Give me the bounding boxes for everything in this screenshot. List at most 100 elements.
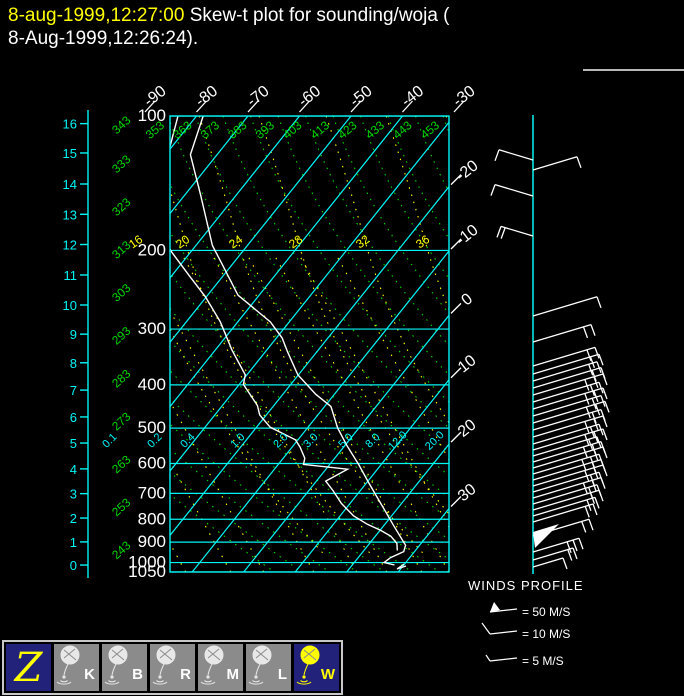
height-label: 3	[70, 487, 77, 502]
theta-top-label: 413	[308, 118, 333, 142]
right-temp-label: 0	[458, 290, 476, 309]
theta-left-label: 303	[109, 281, 133, 305]
height-label: 13	[63, 207, 77, 222]
wind-barb-tick	[490, 184, 496, 196]
right-temp-label: 20	[455, 416, 480, 440]
isotherm-line	[170, 116, 403, 408]
wind-barb-tick	[602, 428, 608, 441]
top-temp-label: -80	[192, 83, 221, 111]
theta-left-label: 343	[109, 113, 133, 137]
top-temp-label: -50	[347, 83, 376, 111]
wind-barb-tick	[590, 324, 596, 336]
mixing-ratio-label: 20.0	[423, 429, 447, 453]
half-barb-icon	[489, 657, 518, 662]
mixing-ratio-label: 0.1	[100, 431, 119, 450]
winds-profile-title: WINDS PROFILE	[468, 578, 584, 593]
wind-barb-stem	[500, 225, 534, 237]
wind-barb-tick	[588, 518, 594, 531]
legend-half-barb-glyph	[485, 654, 491, 662]
height-label: 8	[70, 356, 77, 371]
isotherm-line	[346, 443, 449, 572]
dry-adiabat-line	[170, 271, 449, 541]
toolbar-button-z[interactable]: Z	[6, 644, 51, 691]
mixing-ratio-label: 5.0	[336, 431, 355, 450]
isotherm-line	[397, 507, 449, 572]
wind-barb-tick	[494, 149, 500, 162]
theta-left-label: 323	[109, 195, 133, 219]
height-label: 12	[63, 238, 77, 253]
wind-barb-tick	[584, 506, 590, 518]
dry-adiabat-line	[170, 340, 440, 572]
top-temp-label: -30	[450, 83, 479, 111]
pressure-label: 300	[138, 319, 166, 338]
theta-top-label: 363	[170, 118, 195, 142]
toolbar-button-m[interactable]: M	[198, 644, 243, 691]
wind-barb-tick	[594, 497, 600, 509]
height-label: 9	[70, 327, 77, 342]
theta-top-label: 403	[280, 118, 305, 142]
balloon-icon	[56, 645, 80, 685]
toolbar-button-label: W	[320, 666, 335, 683]
isotherm-line	[170, 116, 300, 279]
isotherm-line	[450, 116, 684, 572]
wind-barb-tick	[562, 557, 568, 570]
wind-barb-tick	[602, 373, 608, 386]
theta-left-label: 333	[109, 152, 133, 176]
skewt-plot: 1002003004005006007008009001000105001234…	[0, 83, 684, 668]
top-temp-label: -70	[244, 83, 273, 111]
isotherm-line	[170, 121, 449, 472]
height-label: 1	[70, 535, 77, 550]
wind-barb-stem	[532, 323, 592, 343]
toolbar-button-label: B	[132, 666, 143, 683]
isotherm-line	[0, 116, 94, 572]
balloon-icon	[200, 645, 224, 685]
legend-label: = 5 M/S	[522, 654, 564, 668]
height-label: 4	[70, 462, 77, 477]
theta-top-label: 453	[418, 118, 443, 142]
dry-adiabat-line	[170, 471, 303, 572]
app-window: 8-aug-1999,12:27:00 Skew-t plot for soun…	[0, 0, 684, 696]
height-label: 5	[70, 436, 77, 451]
plot-border	[169, 115, 450, 573]
theta-left-label: 273	[109, 409, 133, 433]
wind-barb-tick	[594, 347, 600, 359]
top-temp-label: -40	[398, 83, 427, 111]
mixing-ratio-label: 3.0	[301, 431, 320, 450]
wind-barb-stem	[532, 453, 600, 475]
mixing-ratio-label: 2.0	[271, 431, 290, 450]
height-label: 2	[70, 511, 77, 526]
mixing-ratio-label: 1.0	[228, 431, 247, 450]
theta-left-label: 283	[109, 366, 133, 390]
balloon-icon	[248, 645, 272, 685]
toolbar-button-b[interactable]: B	[102, 644, 147, 691]
wind-barb-stem	[532, 156, 578, 171]
pressure-label: 800	[138, 509, 166, 528]
height-label: 16	[63, 117, 77, 132]
theta-left-label: 263	[109, 452, 133, 476]
toolbar-button-w[interactable]: W	[294, 644, 339, 691]
legend-label: = 50 M/S	[522, 605, 570, 619]
dry-adiabat-line	[170, 397, 385, 572]
isotherm-line	[294, 378, 449, 572]
toolbar-button-r[interactable]: R	[150, 644, 195, 691]
moist-adiabat-label: 28	[286, 232, 305, 251]
dry-adiabat-line	[277, 116, 449, 376]
right-temp-label: -20	[453, 157, 482, 185]
wind-barb-tick	[592, 503, 598, 516]
mixing-ratio-label: 8.0	[363, 431, 382, 450]
moist-adiabat-label: 32	[353, 232, 372, 251]
right-temp-label: 30	[455, 481, 480, 505]
wind-barb-tick	[600, 477, 606, 489]
pressure-label: 700	[138, 483, 166, 502]
wind-barb-flag	[533, 524, 559, 548]
wind-barb-tick	[576, 156, 582, 169]
wind-barb-stem	[532, 436, 598, 457]
dry-adiabat-line	[170, 448, 330, 572]
wind-barb-tick	[602, 446, 608, 459]
mixing-ratio-line	[272, 251, 449, 572]
toolbar-button-k[interactable]: K	[54, 644, 99, 691]
height-label: 7	[70, 383, 77, 398]
height-label: 14	[63, 177, 77, 192]
plot-grid-group	[0, 116, 684, 572]
toolbar-button-l[interactable]: L	[246, 644, 291, 691]
